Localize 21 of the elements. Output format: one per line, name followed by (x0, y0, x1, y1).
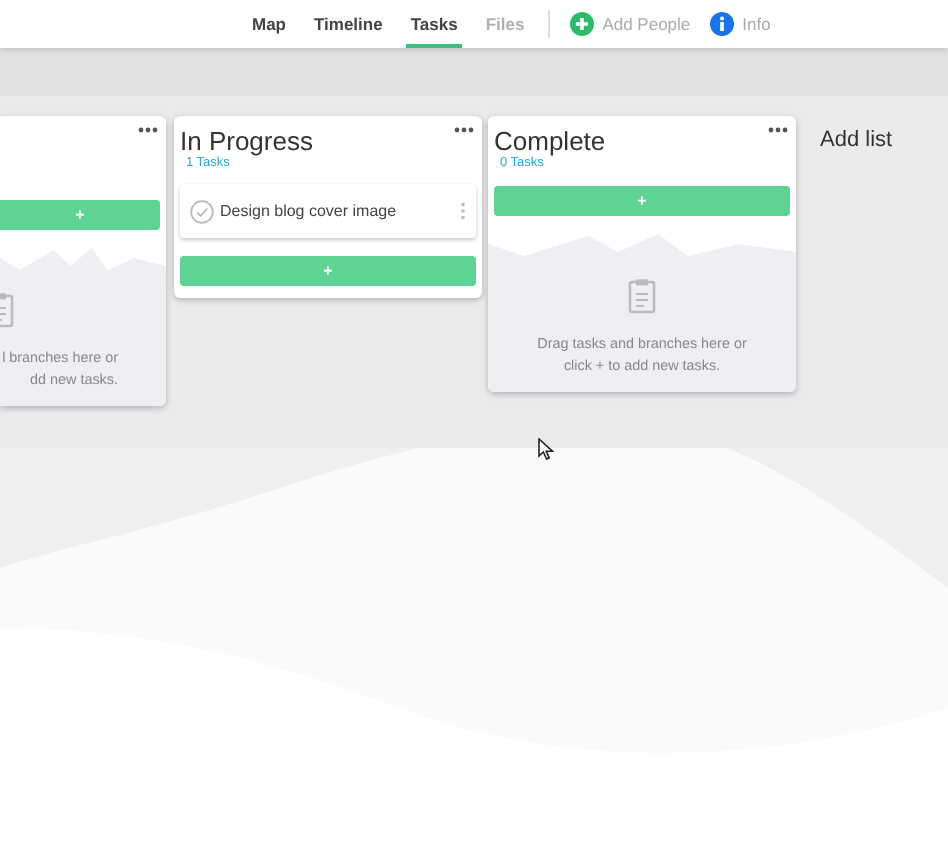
more-icon[interactable] (138, 126, 158, 134)
check-circle-icon[interactable] (190, 199, 214, 223)
list-title: In Progress (180, 126, 313, 156)
task-card[interactable]: Design blog cover image (180, 184, 476, 238)
task-title: Design blog cover image (220, 202, 399, 220)
more-icon[interactable] (768, 126, 788, 134)
add-task-button[interactable]: + (180, 256, 476, 286)
add-task-button[interactable]: + (0, 200, 160, 230)
vertical-dots-icon[interactable] (460, 202, 466, 220)
cursor-icon (538, 438, 554, 460)
nav-tab[interactable]: Timeline (310, 0, 387, 48)
nav-tab[interactable]: Map (248, 0, 290, 48)
more-icon[interactable] (454, 126, 474, 134)
add-task-button[interactable]: + (494, 186, 790, 216)
add-list-button[interactable]: Add list (820, 128, 893, 152)
info-icon (710, 12, 735, 36)
list-title: Complete (494, 126, 606, 156)
info-button[interactable]: Info (710, 12, 771, 36)
add-people-button[interactable]: Add People (570, 12, 691, 36)
clipboard-icon (628, 278, 656, 314)
plus-icon (570, 12, 595, 36)
